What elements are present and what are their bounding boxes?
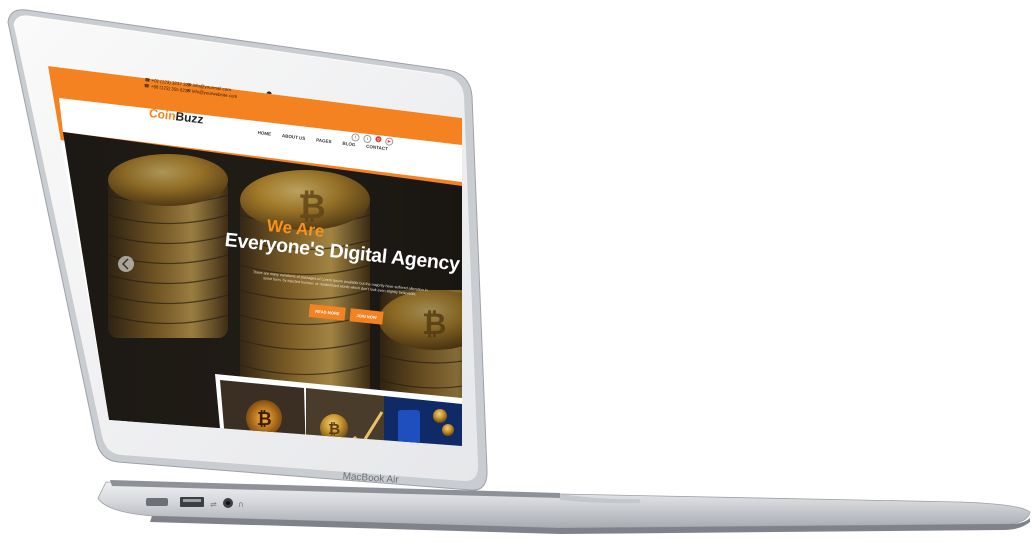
hero-description: There are many variations of passages of… bbox=[252, 270, 428, 297]
youtube-icon[interactable]: ▶ bbox=[384, 137, 394, 147]
mail-icon: ✉ bbox=[186, 87, 192, 94]
device-model-label: MacBook Air bbox=[342, 471, 400, 486]
google-icon[interactable]: g bbox=[375, 135, 382, 143]
website-text-layer: ☎ +01 (123) 3237 322 ☎ +98 (123) 355 623… bbox=[0, 0, 1033, 542]
hero-title: Everyone's Digital Agency bbox=[223, 229, 461, 276]
phone-icon: ☎ bbox=[143, 82, 150, 89]
read-more-button[interactable]: READ MORE bbox=[308, 304, 347, 321]
nav-item-pages[interactable]: PAGES bbox=[316, 137, 332, 144]
twitter-icon[interactable]: t bbox=[362, 134, 372, 144]
header-email: ✉ info@yourmail.com ✉ info@yourwebsite.c… bbox=[186, 82, 238, 100]
site-logo[interactable]: CoinBuzz bbox=[148, 106, 204, 127]
nav-item-about[interactable]: ABOUT US bbox=[282, 133, 306, 141]
facebook-icon[interactable]: f bbox=[351, 133, 360, 142]
get-quote-button[interactable]: GET A QUOTE bbox=[360, 155, 401, 173]
header-contact: ☎ +01 (123) 3237 322 ☎ +98 (123) 355 623… bbox=[143, 77, 191, 94]
nav-item-blog[interactable]: BLOG bbox=[342, 141, 356, 148]
hero-buttons: READ MORE JOIN NOW bbox=[308, 304, 384, 325]
phone-icon: ☎ bbox=[144, 77, 151, 83]
join-now-button[interactable]: JOIN NOW bbox=[349, 308, 384, 325]
mail-icon: ✉ bbox=[187, 82, 192, 88]
nav-item-home[interactable]: HOME bbox=[257, 130, 271, 137]
